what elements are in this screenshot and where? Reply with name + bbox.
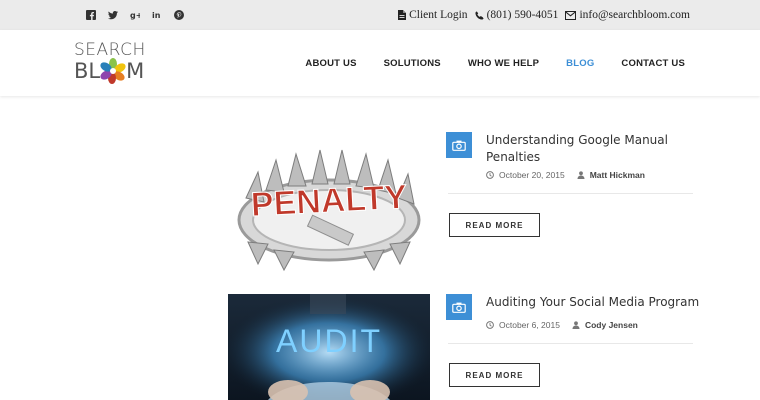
main-nav: ABOUT US SOLUTIONS WHO WE HELP BLOG CONT…	[278, 30, 685, 96]
phone-number: (801) 590-4051	[486, 9, 559, 21]
post-divider	[448, 193, 693, 194]
read-more-button[interactable]: READ MORE	[449, 213, 540, 237]
email-address: info@searchbloom.com	[579, 9, 690, 21]
envelope-icon	[565, 10, 577, 20]
phone-icon	[475, 10, 484, 20]
post-format-badge	[446, 294, 472, 320]
flower-logo-icon	[100, 58, 126, 84]
camera-icon	[452, 302, 466, 313]
client-login-label: Client Login	[409, 9, 468, 21]
nav-who-we-help[interactable]: WHO WE HELP	[468, 58, 539, 69]
post-image-text: AUDIT	[276, 323, 382, 359]
post-title[interactable]: Understanding Google Manual Penalties	[486, 132, 686, 166]
post-author[interactable]: Matt Hickman	[590, 170, 645, 180]
site-logo[interactable]: SEARCH BL M	[74, 40, 166, 86]
post-thumbnail[interactable]: PENALTY	[228, 132, 430, 272]
google-plus-icon[interactable]: g+	[124, 0, 146, 30]
post-title[interactable]: Auditing Your Social Media Program	[486, 294, 706, 311]
logo-text-right: M	[126, 59, 145, 83]
post-divider	[448, 343, 693, 344]
logo-text-left: BL	[74, 59, 101, 83]
nav-about-us[interactable]: ABOUT US	[305, 58, 356, 69]
clock-icon	[486, 321, 494, 329]
svg-text:g+: g+	[130, 11, 140, 20]
user-icon	[577, 171, 585, 179]
nav-contact-us[interactable]: CONTACT US	[621, 58, 685, 69]
linkedin-icon[interactable]: in	[146, 0, 168, 30]
client-login-link[interactable]: Client Login	[398, 9, 468, 21]
user-icon	[572, 321, 580, 329]
nav-blog[interactable]: BLOG	[566, 58, 594, 69]
email-link[interactable]: info@searchbloom.com	[565, 9, 690, 21]
logo-line-2: BL M	[74, 58, 144, 84]
logo-line-1: SEARCH	[74, 40, 146, 60]
contact-info: Client Login (801) 590-4051 info@searchb…	[391, 0, 690, 30]
camera-icon	[452, 140, 466, 151]
top-bar: g+ in Client Login (801) 590-4051 info@s…	[0, 0, 760, 30]
nav-solutions[interactable]: SOLUTIONS	[384, 58, 441, 69]
post-thumbnail[interactable]: AUDIT	[228, 294, 430, 400]
phone-link[interactable]: (801) 590-4051	[475, 9, 559, 21]
post-meta: October 20, 2015 Matt Hickman	[486, 170, 645, 180]
site-header: SEARCH BL M ABOUT US SOLUTIONS WHO WE HE…	[0, 30, 760, 96]
twitter-icon[interactable]	[102, 0, 124, 30]
facebook-icon[interactable]	[80, 0, 102, 30]
svg-text:in: in	[152, 11, 161, 20]
post-meta: October 6, 2015 Cody Jensen	[486, 320, 638, 330]
read-more-button[interactable]: READ MORE	[449, 363, 540, 387]
post-format-badge	[446, 132, 472, 158]
post-date: October 6, 2015	[499, 320, 560, 330]
social-links: g+ in	[80, 0, 190, 30]
post-date: October 20, 2015	[499, 170, 565, 180]
post-author[interactable]: Cody Jensen	[585, 320, 638, 330]
document-icon	[398, 10, 407, 20]
clock-icon	[486, 171, 494, 179]
pinterest-icon[interactable]	[168, 0, 190, 30]
